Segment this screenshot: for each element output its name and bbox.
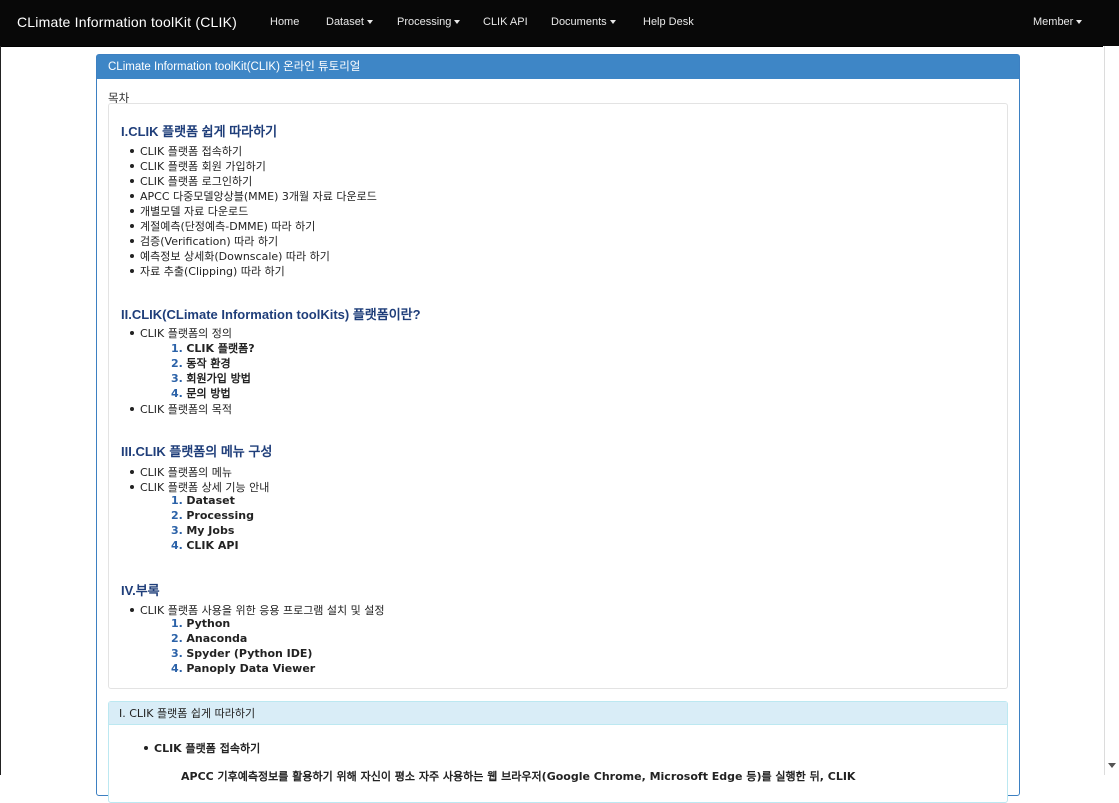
nav-documents[interactable]: Documents <box>551 16 616 28</box>
toc-subitem-label: Panoply Data Viewer <box>186 662 316 675</box>
toc-item[interactable]: CLIK 플랫폼의 정의 <box>130 325 232 341</box>
toc-subitem-label: Processing <box>186 509 254 522</box>
item-number: 2. <box>171 632 183 645</box>
item-number: 2. <box>171 357 183 370</box>
browser-page: CLimate Information toolKit (CLIK) Home … <box>0 0 1119 803</box>
toc-item[interactable]: CLIK 플랫폼 사용을 위한 응용 프로그램 설치 및 설정 <box>130 602 385 618</box>
toc-subitem[interactable]: 3. Spyder (Python IDE) <box>171 647 312 660</box>
nav-dataset-label: Dataset <box>326 16 364 28</box>
item-number: 2. <box>171 509 183 522</box>
scrollbar-track-line <box>1104 46 1105 775</box>
scroll-down-arrow-icon[interactable] <box>1108 763 1116 768</box>
nav-home-label: Home <box>270 16 300 28</box>
toc-subitem[interactable]: 3. 회원가입 방법 <box>171 370 251 386</box>
nav-member-label: Member <box>1033 16 1074 28</box>
toc-item[interactable]: 개별모델 자료 다운로드 <box>129 203 248 219</box>
toc-subitem[interactable]: 1. CLIK 플랫폼? <box>171 340 255 356</box>
toc-subitem[interactable]: 2. 동작 환경 <box>171 355 231 371</box>
caret-down-icon <box>609 20 616 25</box>
toc-subitem-label: CLIK API <box>186 539 239 552</box>
toc-item[interactable]: 검증(Verification) 따라 하기 <box>129 233 278 249</box>
toc-item[interactable]: CLIK 플랫폼 상세 기능 안내 <box>129 479 269 495</box>
nav-clik-api[interactable]: CLIK API <box>483 16 528 28</box>
nav-home[interactable]: Home <box>270 16 299 28</box>
item-number: 4. <box>171 539 183 552</box>
toc-section-1-title[interactable]: I.CLIK 플랫폼 쉽게 따라하기 <box>121 121 277 140</box>
section-1-bullet: CLIK 플랫폼 접속하기 <box>143 742 261 755</box>
brand-link[interactable]: CLimate Information toolKit (CLIK) <box>17 14 237 30</box>
toc-item[interactable]: CLIK 플랫폼 로그인하기 <box>129 173 252 189</box>
table-of-contents: I.CLIK 플랫폼 쉽게 따라하기 CLIK 플랫폼 접속하기 CLIK 플랫… <box>108 103 1008 689</box>
toc-item[interactable]: CLIK 플랫폼 회원 가입하기 <box>130 158 266 174</box>
toc-subitem[interactable]: 4. Panoply Data Viewer <box>171 662 315 675</box>
toc-item[interactable]: 자료 추출(Clipping) 따라 하기 <box>130 263 285 279</box>
toc-subitem-label: Anaconda <box>186 632 248 645</box>
toc-item[interactable]: 예측정보 상세화(Downscale) 따라 하기 <box>130 248 330 264</box>
toc-subitem[interactable]: 2. Processing <box>171 509 254 522</box>
caret-down-icon <box>366 20 373 25</box>
toc-section-2-title[interactable]: II.CLIK(CLimate Information toolKits) 플랫… <box>121 304 421 323</box>
toc-subitem-label: 동작 환경 <box>186 357 231 370</box>
toc-item[interactable]: CLIK 플랫폼 접속하기 <box>129 143 242 159</box>
nav-processing[interactable]: Processing <box>397 16 461 28</box>
toc-subitem-label: 회원가입 방법 <box>186 372 251 385</box>
item-number: 4. <box>171 662 183 675</box>
item-number: 4. <box>171 387 183 400</box>
tutorial-panel: CLimate Information toolKit(CLIK) 온라인 튜토… <box>96 54 1020 803</box>
caret-down-icon <box>1076 20 1083 25</box>
toc-subitem[interactable]: 2. Anaconda <box>171 632 247 645</box>
toc-subitem[interactable]: 4. 문의 방법 <box>171 385 231 401</box>
toc-item[interactable]: CLIK 플랫폼의 메뉴 <box>130 464 232 480</box>
toc-subitem-label: My Jobs <box>186 524 235 537</box>
window-left-border <box>0 46 1 775</box>
item-number: 3. <box>171 524 183 537</box>
section-1-heading: I. CLIK 플랫폼 쉽게 따라하기 <box>109 702 1007 725</box>
toc-subitem[interactable]: 3. My Jobs <box>171 524 234 537</box>
section-1-panel: I. CLIK 플랫폼 쉽게 따라하기 CLIK 플랫폼 접속하기 APCC 기… <box>108 701 1008 803</box>
top-navbar: CLimate Information toolKit (CLIK) Home … <box>0 0 1119 47</box>
caret-down-icon <box>454 20 461 25</box>
nav-dataset[interactable]: Dataset <box>326 16 373 28</box>
toc-item[interactable]: 계절예측(단정예측-DMME) 따라 하기 <box>129 218 315 234</box>
toc-item[interactable]: APCC 다중모델앙상블(MME) 3개월 자료 다운로드 <box>130 188 377 204</box>
nav-member[interactable]: Member <box>1033 16 1083 28</box>
toc-subitem[interactable]: 4. CLIK API <box>171 539 239 552</box>
nav-documents-label: Documents <box>551 16 607 28</box>
section-1-paragraph: APCC 기후예측정보를 활용하기 위해 자신이 평소 자주 사용하는 웹 브라… <box>181 770 856 783</box>
nav-processing-label: Processing <box>397 16 452 28</box>
toc-subitem[interactable]: 1. Dataset <box>171 494 235 507</box>
item-number: 3. <box>171 372 183 385</box>
toc-subitem-label: Spyder (Python IDE) <box>186 647 313 660</box>
vertical-scrollbar[interactable] <box>1103 46 1119 775</box>
panel-title: CLimate Information toolKit(CLIK) 온라인 튜토… <box>97 55 1019 79</box>
nav-clik-api-label: CLIK API <box>483 16 528 28</box>
toc-subitem-label: Python <box>186 617 231 630</box>
item-number: 1. <box>171 494 183 507</box>
item-number: 3. <box>171 647 183 660</box>
toc-subitem-label: CLIK 플랫폼? <box>186 342 255 355</box>
toc-subitem-label: Dataset <box>186 494 235 507</box>
toc-subitem[interactable]: 1. Python <box>171 617 230 630</box>
item-number: 1. <box>171 342 183 355</box>
toc-subitem-label: 문의 방법 <box>186 387 231 400</box>
toc-item[interactable]: CLIK 플랫폼의 목적 <box>130 401 232 417</box>
item-number: 1. <box>171 617 183 630</box>
toc-section-3-title[interactable]: III.CLIK 플랫폼의 메뉴 구성 <box>121 441 272 460</box>
nav-help-desk-label: Help Desk <box>643 16 694 28</box>
nav-help-desk[interactable]: Help Desk <box>643 16 694 28</box>
toc-section-4-title[interactable]: IV.부록 <box>121 580 160 599</box>
